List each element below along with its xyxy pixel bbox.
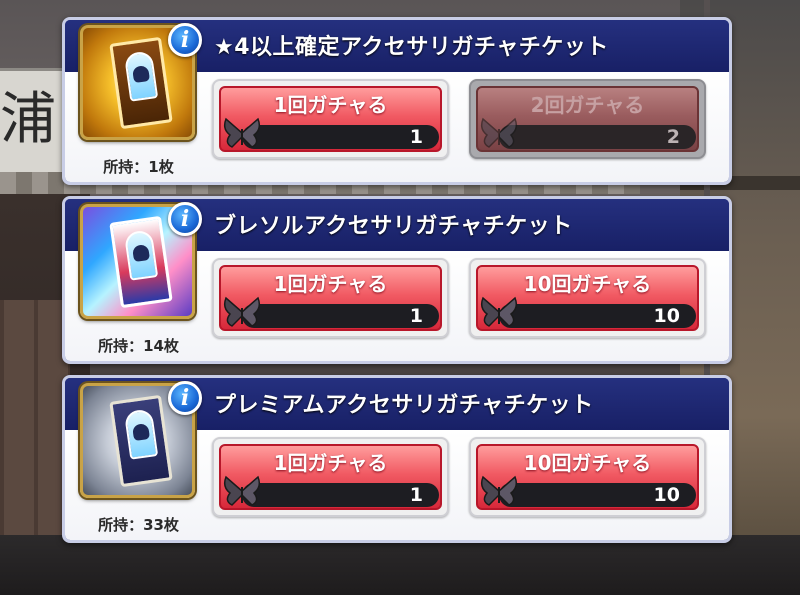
button-label: 10回ガチャる	[523, 451, 652, 475]
owned-count: 所持：14枚	[98, 337, 179, 355]
button-label: 1回ガチャる	[273, 272, 388, 296]
gacha-1x-button[interactable]: 1回ガチャる 1	[212, 79, 449, 159]
gacha-ticket-panel-bresol: ブレソルアクセサリガチャチケット i 所持：14枚 1回ガチャる 1 10回ガチ…	[62, 196, 732, 364]
cost-bar: 10	[499, 304, 696, 328]
cost-value: 1	[409, 484, 423, 506]
gacha-10x-button[interactable]: 10回ガチャる 10	[469, 437, 706, 517]
butterfly-icon	[223, 117, 261, 148]
button-label: 10回ガチャる	[523, 272, 652, 296]
gacha-2x-button[interactable]: 2回ガチャる 2	[469, 79, 706, 159]
cost-bar: 1	[242, 125, 439, 149]
ground	[0, 535, 800, 595]
cost-value: 2	[666, 126, 680, 148]
panel-title: ブレソルアクセサリガチャチケット	[214, 214, 573, 239]
cost-value: 1	[409, 305, 423, 327]
gacha-ticket-panel-premium: プレミアムアクセサリガチャチケット i 所持：33枚 1回ガチャる 1 10回ガ…	[62, 375, 732, 543]
cost-bar: 1	[242, 483, 439, 507]
info-icon[interactable]: i	[168, 381, 202, 415]
shop-sign-text: 浦	[0, 87, 56, 152]
butterfly-icon	[223, 296, 261, 327]
gacha-1x-button[interactable]: 1回ガチャる 1	[212, 437, 449, 517]
gacha-1x-button[interactable]: 1回ガチャる 1	[212, 258, 449, 338]
button-label: 2回ガチャる	[530, 93, 645, 117]
butterfly-icon	[480, 475, 518, 506]
butterfly-icon	[480, 117, 518, 148]
gacha-10x-button[interactable]: 10回ガチャる 10	[469, 258, 706, 338]
panel-title: プレミアムアクセサリガチャチケット	[214, 393, 594, 418]
info-icon[interactable]: i	[168, 23, 202, 57]
cost-value: 10	[653, 305, 680, 327]
cost-value: 1	[409, 126, 423, 148]
cost-bar: 10	[499, 483, 696, 507]
info-icon[interactable]: i	[168, 202, 202, 236]
button-label: 1回ガチャる	[273, 93, 388, 117]
cost-bar: 2	[499, 125, 696, 149]
cost-value: 10	[653, 484, 680, 506]
cost-bar: 1	[242, 304, 439, 328]
butterfly-icon	[480, 296, 518, 327]
owned-count: 所持：1枚	[103, 158, 174, 176]
panel-title: ★4以上確定アクセサリガチャチケット	[214, 35, 609, 60]
button-label: 1回ガチャる	[273, 451, 388, 475]
butterfly-icon	[223, 475, 261, 506]
gacha-ticket-panel-star4: ★4以上確定アクセサリガチャチケット i 所持：1枚 1回ガチャる 1 2回ガチ…	[62, 17, 732, 185]
owned-count: 所持：33枚	[98, 516, 179, 534]
